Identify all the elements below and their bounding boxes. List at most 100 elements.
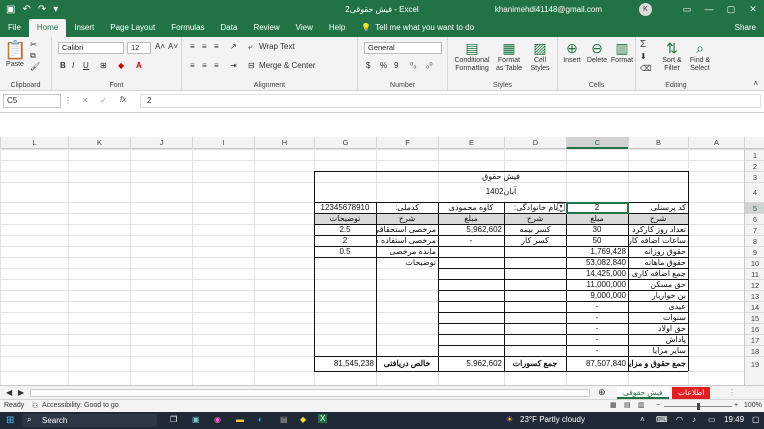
battery-icon[interactable]: ▭ [708, 415, 716, 424]
zoom-level[interactable]: 100% [744, 402, 762, 409]
scroll-left-icon[interactable]: ◀ [6, 388, 12, 397]
total-deductions-label[interactable]: جمع کسورات [504, 356, 566, 371]
clock[interactable]: 19:49 [724, 415, 744, 424]
ribbon-display-icon[interactable]: ▭ [676, 0, 698, 19]
share-button[interactable]: Share [735, 19, 756, 37]
row-header-15[interactable]: 15 [745, 312, 764, 323]
column-header-d[interactable]: D [504, 137, 566, 149]
avatar[interactable]: K [639, 3, 652, 16]
percent-button[interactable]: % [380, 61, 387, 70]
column-header-g[interactable]: G [314, 137, 376, 149]
font-color-icon[interactable]: A [136, 61, 142, 70]
row-header-14[interactable]: 14 [745, 301, 764, 312]
accessibility-status[interactable]: Accessibility: Good to go [42, 402, 119, 409]
align-top-icon[interactable]: ≡ [190, 42, 195, 51]
leave-amount[interactable]: 2 [314, 235, 376, 246]
leave-header-desc[interactable]: شرح [376, 213, 438, 224]
leave-amount[interactable]: 2.5 [314, 224, 376, 235]
row-header-8[interactable]: 8 [745, 235, 764, 246]
redo-icon[interactable]: ↷ [38, 4, 46, 15]
tab-home[interactable]: Home [28, 19, 67, 37]
copy-icon[interactable]: ⧉ [30, 51, 36, 61]
tab-insert[interactable]: Insert [66, 19, 102, 37]
row-header-7[interactable]: 7 [745, 224, 764, 235]
column-header-c[interactable]: C [566, 137, 628, 149]
autosum-icon[interactable]: Σ [640, 39, 646, 50]
deduction-amount[interactable]: 5,962,602 [438, 224, 504, 235]
row-header-1[interactable]: 1 [745, 149, 764, 160]
earning-desc[interactable]: ساعات اضافه کار [628, 235, 688, 246]
align-left-icon[interactable]: ≡ [190, 61, 195, 70]
cell-styles-button[interactable]: ▨ Cell Styles [526, 40, 554, 73]
earning-amount[interactable]: - [566, 345, 628, 356]
earning-amount[interactable]: - [566, 323, 628, 334]
format-as-table-button[interactable]: ▦ Format as Table [494, 40, 524, 73]
underline-button[interactable]: U [83, 61, 89, 70]
undo-icon[interactable]: ↶ [22, 4, 30, 15]
row-header-9[interactable]: 9 [745, 246, 764, 257]
row-header-13[interactable]: 13 [745, 290, 764, 301]
deduction-desc[interactable]: کسر کار [504, 235, 566, 246]
earning-desc[interactable]: حق اولاد [628, 323, 688, 334]
net-pay-value[interactable]: 81,545,238 [314, 356, 376, 371]
cut-icon[interactable]: ✂ [30, 40, 37, 49]
earning-desc[interactable]: سنوات [628, 312, 688, 323]
font-name-select[interactable]: Calibri [58, 42, 124, 54]
dropdown-arrow-icon[interactable]: ▾ [557, 203, 565, 211]
row-header-10[interactable]: 10 [745, 257, 764, 268]
earning-desc[interactable]: جمع اضافه کاری [628, 268, 688, 279]
earning-amount[interactable]: 14,425,000 [566, 268, 628, 279]
row-header-4[interactable]: 4 [745, 182, 764, 202]
row-header-5[interactable]: 5 [745, 202, 764, 213]
store-icon[interactable]: ▤ [280, 415, 288, 424]
enter-icon[interactable]: ✓ [100, 96, 107, 105]
collapse-ribbon-icon[interactable]: ˄ [753, 79, 758, 88]
weather-text[interactable]: 23°F Partly cloudy [520, 415, 585, 424]
insert-cells-button[interactable]: ⊕ Insert [560, 40, 584, 65]
number-format-select[interactable]: General [364, 42, 442, 54]
earning-amount[interactable]: 11,000,000 [566, 279, 628, 290]
accounting-icon[interactable]: $ [366, 61, 370, 70]
page-layout-view-icon[interactable]: ▤ [624, 401, 631, 409]
row-header-18[interactable]: 18 [745, 345, 764, 356]
cancel-icon[interactable]: ✕ [82, 96, 89, 105]
column-header-f[interactable]: F [376, 137, 438, 149]
column-header-i[interactable]: I [192, 137, 254, 149]
sheet-title[interactable]: فیش حقوق [314, 171, 688, 182]
sheet-tab-info[interactable]: اطلاعات [672, 387, 711, 399]
earning-amount[interactable]: 30 [566, 224, 628, 235]
tab-view[interactable]: View [288, 19, 321, 37]
tab-formulas[interactable]: Formulas [163, 19, 212, 37]
earning-amount[interactable]: - [566, 301, 628, 312]
earning-desc[interactable]: بن خواربار [628, 290, 688, 301]
excel-taskbar-icon[interactable]: X [318, 414, 328, 423]
wifi-icon[interactable]: ◠ [676, 415, 683, 424]
volume-icon[interactable]: ♪ [692, 415, 696, 424]
earning-desc[interactable]: حق مسکن [628, 279, 688, 290]
leave-amount[interactable]: 0.5 [314, 246, 376, 257]
select-all-corner[interactable] [744, 137, 764, 149]
zoom-out-icon[interactable]: − [656, 402, 660, 409]
earning-amount[interactable]: - [566, 312, 628, 323]
fill-icon[interactable]: ⬇ [640, 52, 647, 61]
tab-more-icon[interactable]: ⋮ [728, 388, 736, 397]
scroll-right-icon[interactable]: ▶ [18, 388, 24, 397]
row-header-2[interactable]: 2 [745, 160, 764, 171]
earning-desc[interactable]: حقوق ماهانه [628, 257, 688, 268]
close-button[interactable]: ✕ [742, 0, 764, 19]
indent-icon[interactable]: ⇥ [230, 61, 237, 70]
align-right-icon[interactable]: ≡ [214, 61, 219, 70]
national-id-value[interactable]: 12345678910 [314, 202, 376, 213]
column-header-j[interactable]: J [130, 137, 192, 149]
taskbar-search-box[interactable]: ⌕ Search [22, 414, 157, 427]
align-center-icon[interactable]: ≡ [202, 61, 207, 70]
name-box[interactable]: C5 [3, 94, 61, 108]
grow-font-icon[interactable]: A˄ [155, 42, 165, 51]
total-earnings-value[interactable]: 87,507,840 [566, 356, 628, 371]
fill-color-icon[interactable]: ◆ [118, 61, 124, 70]
keyboard-lang-icon[interactable]: ⌨ [656, 415, 668, 424]
earning-amount[interactable]: 53,082,840 [566, 257, 628, 268]
find-select-button[interactable]: ⌕ Find & Select [686, 40, 714, 73]
personnel-code-label[interactable]: کد پرسنلی [628, 202, 688, 213]
decrease-decimal-icon[interactable]: ₀⁰ [426, 61, 433, 70]
